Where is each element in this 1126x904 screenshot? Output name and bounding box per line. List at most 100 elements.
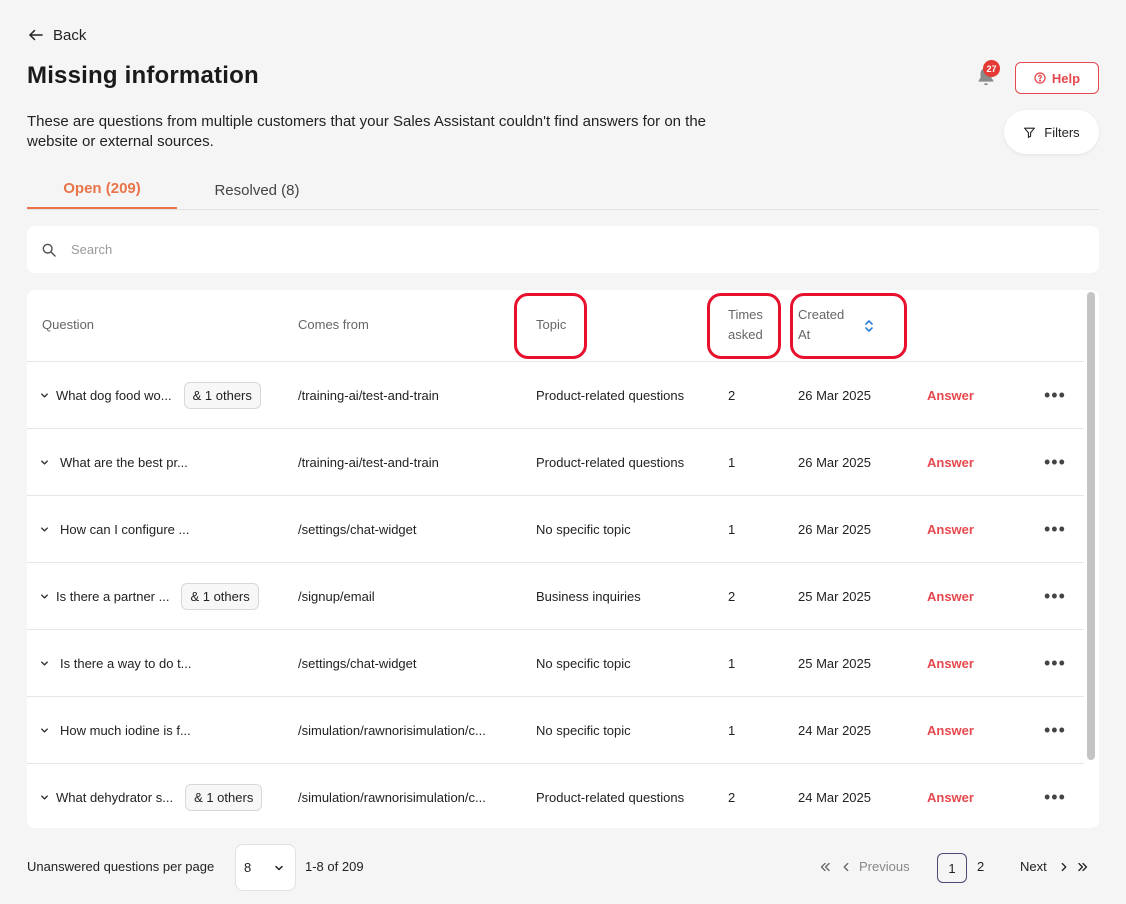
help-button[interactable]: Help <box>1015 62 1099 94</box>
others-badge[interactable]: & 1 others <box>183 382 261 409</box>
chevron-down-icon[interactable] <box>39 725 50 736</box>
comes-from-cell: /settings/chat-widget <box>298 656 417 671</box>
comes-from-cell: /signup/email <box>298 589 375 604</box>
table-row: How much iodine is f... /simulation/rawn… <box>27 697 1084 764</box>
comes-from-cell: /settings/chat-widget <box>298 522 417 537</box>
table-scrollbar[interactable] <box>1087 292 1095 760</box>
question-text: Is there a partner ... <box>56 589 170 604</box>
answer-button[interactable]: Answer <box>927 630 974 697</box>
times-asked-cell: 1 <box>728 723 736 738</box>
question-cell[interactable]: What dehydrator s... & 1 others <box>39 764 263 828</box>
topic-cell: Product-related questions <box>536 790 685 805</box>
table-row: How can I configure ... /settings/chat-w… <box>27 496 1084 563</box>
chevron-right-icon[interactable] <box>1059 860 1069 874</box>
search-icon <box>42 243 56 257</box>
created-at-cell: 26 Mar 2025 <box>798 388 871 403</box>
chevron-left-icon[interactable] <box>841 860 851 874</box>
annotation-highlight-created-at <box>790 293 907 359</box>
times-asked-cell: 2 <box>728 790 736 805</box>
chevron-down-icon[interactable] <box>39 658 50 669</box>
more-icon[interactable]: ••• <box>1044 362 1066 429</box>
more-icon[interactable]: ••• <box>1044 764 1066 828</box>
more-icon[interactable]: ••• <box>1044 630 1066 697</box>
topic-cell: No specific topic <box>536 522 631 537</box>
others-badge[interactable]: & 1 others <box>185 784 263 811</box>
table-row: What dog food wo... & 1 others /training… <box>27 362 1084 429</box>
others-badge[interactable]: & 1 others <box>181 583 259 610</box>
topic-cell: Business inquiries <box>536 589 641 604</box>
times-asked-cell: 1 <box>728 656 736 671</box>
question-cell[interactable]: How can I configure ... <box>39 496 189 563</box>
times-asked-cell: 1 <box>728 455 736 470</box>
page-1-button[interactable]: 1 <box>937 853 967 883</box>
filters-button[interactable]: Filters <box>1004 110 1099 154</box>
more-icon[interactable]: ••• <box>1044 563 1066 630</box>
chevron-down-icon[interactable] <box>39 792 50 803</box>
question-text: How can I configure ... <box>60 522 190 537</box>
notification-badge: 27 <box>983 60 1000 77</box>
chevron-down-icon[interactable] <box>39 390 50 401</box>
page-2-button[interactable]: 2 <box>977 859 984 874</box>
tab-resolved[interactable]: Resolved (8) <box>202 170 312 210</box>
topic-cell: Product-related questions <box>536 455 685 470</box>
tab-open[interactable]: Open (209) <box>27 170 177 209</box>
search-input[interactable] <box>71 242 971 257</box>
answer-button[interactable]: Answer <box>927 764 974 828</box>
comes-from-cell: /simulation/rawnorisimulation/c... <box>298 723 486 738</box>
table-row: Is there a way to do t... /settings/chat… <box>27 630 1084 697</box>
chevron-down-icon[interactable] <box>39 524 50 535</box>
answer-button[interactable]: Answer <box>927 697 974 764</box>
question-cell[interactable]: What are the best pr... <box>39 429 188 496</box>
per-page-select[interactable]: 8 <box>235 844 296 891</box>
annotation-highlight-times-asked <box>707 293 781 359</box>
page-title: Missing information <box>27 62 259 89</box>
more-icon[interactable]: ••• <box>1044 429 1066 496</box>
column-comes-from: Comes from <box>298 317 369 332</box>
chevron-down-icon[interactable] <box>39 591 50 602</box>
question-cell[interactable]: What dog food wo... & 1 others <box>39 362 261 429</box>
created-at-cell: 25 Mar 2025 <box>798 656 871 671</box>
more-icon[interactable]: ••• <box>1044 496 1066 563</box>
question-text: What are the best pr... <box>60 455 188 470</box>
question-cell[interactable]: Is there a partner ... & 1 others <box>39 563 259 630</box>
per-page-label: Unanswered questions per page <box>27 859 215 874</box>
question-text: What dog food wo... <box>56 388 172 403</box>
previous-page-button[interactable]: Previous <box>859 859 910 874</box>
created-at-cell: 24 Mar 2025 <box>798 790 871 805</box>
table-row: What are the best pr... /training-ai/tes… <box>27 429 1084 496</box>
page-description: These are questions from multiple custom… <box>27 113 707 150</box>
chevrons-left-icon[interactable] <box>818 860 832 874</box>
tab-bar: Open (209) Resolved (8) <box>27 170 1099 210</box>
answer-button[interactable]: Answer <box>927 496 974 563</box>
chevron-down-icon[interactable] <box>39 457 50 468</box>
times-asked-cell: 2 <box>728 388 736 403</box>
column-question: Question <box>42 317 95 332</box>
comes-from-cell: /simulation/rawnorisimulation/c... <box>298 790 486 805</box>
search-bar <box>27 226 1099 273</box>
help-circle-icon <box>1034 72 1046 84</box>
created-at-cell: 24 Mar 2025 <box>798 723 871 738</box>
chevrons-right-icon[interactable] <box>1076 860 1090 874</box>
annotation-highlight-topic <box>514 293 587 359</box>
table-row: Is there a partner ... & 1 others /signu… <box>27 563 1084 630</box>
back-label: Back <box>53 26 87 44</box>
filters-label: Filters <box>1044 124 1080 140</box>
table-header: Question Comes from Topic Times asked Cr… <box>27 290 1084 362</box>
answer-button[interactable]: Answer <box>927 362 974 429</box>
filter-icon <box>1024 127 1036 138</box>
help-label: Help <box>1051 70 1081 86</box>
question-cell[interactable]: Is there a way to do t... <box>39 630 192 697</box>
next-page-button[interactable]: Next <box>1020 859 1047 874</box>
pagination-range: 1-8 of 209 <box>305 859 364 874</box>
back-button[interactable]: Back <box>27 26 86 44</box>
created-at-cell: 26 Mar 2025 <box>798 522 871 537</box>
more-icon[interactable]: ••• <box>1044 697 1066 764</box>
comes-from-cell: /training-ai/test-and-train <box>298 455 439 470</box>
answer-button[interactable]: Answer <box>927 563 974 630</box>
table-row: What dehydrator s... & 1 others /simulat… <box>27 764 1084 828</box>
question-cell[interactable]: How much iodine is f... <box>39 697 191 764</box>
questions-table: Question Comes from Topic Times asked Cr… <box>27 290 1099 828</box>
answer-button[interactable]: Answer <box>927 429 974 496</box>
created-at-cell: 26 Mar 2025 <box>798 455 871 470</box>
times-asked-cell: 1 <box>728 522 736 537</box>
